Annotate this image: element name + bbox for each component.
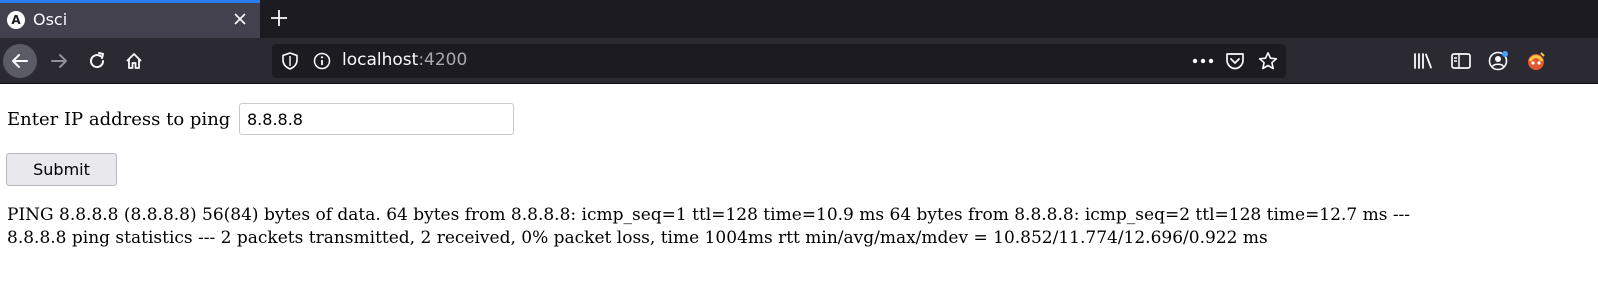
reload-icon[interactable] xyxy=(80,44,114,78)
account-icon[interactable] xyxy=(1486,49,1510,73)
back-arrow-icon[interactable] xyxy=(3,44,37,78)
page-content: Enter IP address to ping Submit PING 8.8… xyxy=(0,85,1598,295)
navigation-toolbar: localhost:4200 xyxy=(0,38,1598,84)
ping-output: PING 8.8.8.8 (8.8.8.8) 56(84) bytes of d… xyxy=(7,204,1595,250)
star-icon[interactable] xyxy=(1257,51,1279,71)
tab-title: Osci xyxy=(33,10,68,29)
angular-favicon-icon: A xyxy=(7,11,25,29)
ping-output-line: 8.8.8.8 ping statistics --- 2 packets tr… xyxy=(7,228,1268,248)
ip-address-label: Enter IP address to ping xyxy=(7,109,231,130)
sidebar-icon[interactable] xyxy=(1449,49,1473,73)
plus-icon[interactable] xyxy=(266,5,292,31)
more-icon[interactable] xyxy=(1190,51,1216,71)
shield-icon[interactable] xyxy=(280,51,300,71)
url-host: localhost xyxy=(342,50,419,70)
forward-arrow-icon[interactable] xyxy=(42,44,76,78)
library-icon[interactable] xyxy=(1411,49,1435,73)
url-bar[interactable]: localhost:4200 xyxy=(272,44,1286,78)
info-icon[interactable] xyxy=(312,51,332,71)
ip-address-input[interactable] xyxy=(239,103,514,135)
ping-output-line: PING 8.8.8.8 (8.8.8.8) 56(84) bytes of d… xyxy=(7,205,1411,225)
tab-strip: A Osci xyxy=(0,0,1598,38)
pocket-icon[interactable] xyxy=(1224,51,1246,71)
home-icon[interactable] xyxy=(117,44,151,78)
url-port: :4200 xyxy=(418,50,468,70)
url-text[interactable]: localhost:4200 xyxy=(342,50,467,70)
submit-button[interactable]: Submit xyxy=(6,153,117,186)
close-icon[interactable] xyxy=(230,9,250,29)
tab-osci[interactable]: A Osci xyxy=(0,0,260,38)
extension-icon[interactable] xyxy=(1524,49,1548,73)
